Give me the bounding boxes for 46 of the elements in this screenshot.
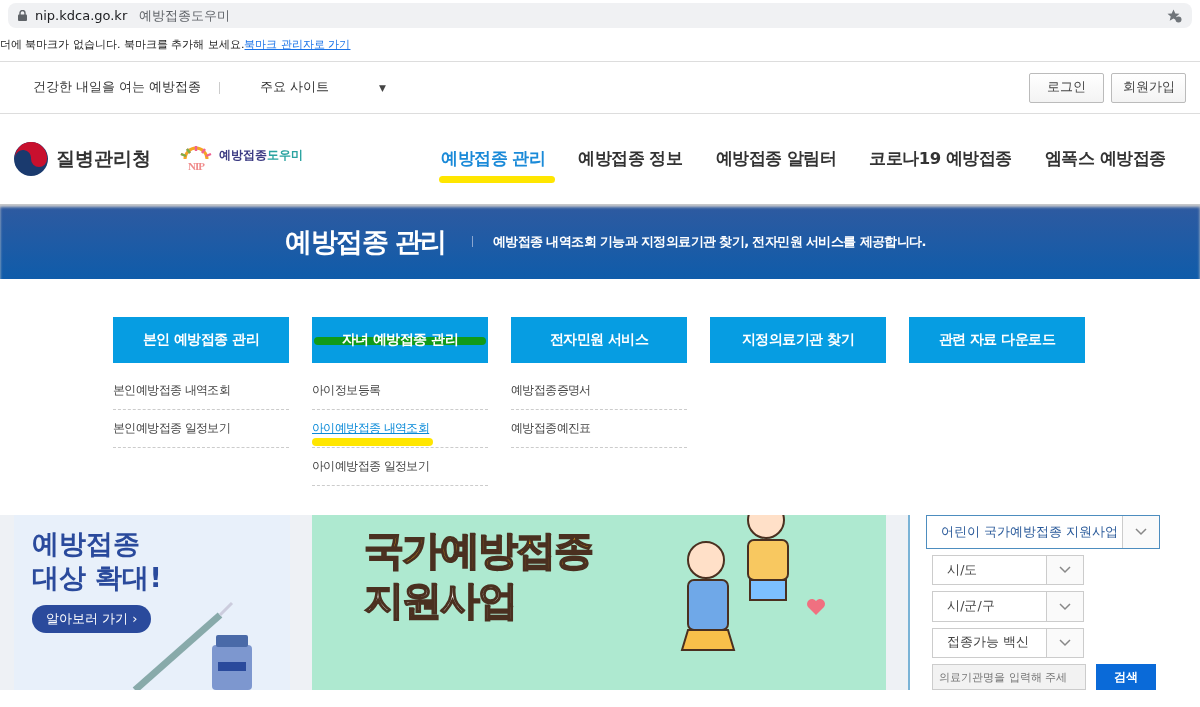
nav-link[interactable]: 예방접종 알림터 bbox=[715, 144, 837, 174]
filter-select[interactable]: 시/군/구 bbox=[932, 591, 1085, 622]
nav-link[interactable]: 엠폭스 예방접종 bbox=[1044, 144, 1166, 174]
menu-link[interactable]: 본인예방접종 내역조회 bbox=[113, 382, 231, 399]
lock-icon bbox=[18, 10, 27, 21]
bookmark-manager-link[interactable]: 북마크 관리자로 가기 bbox=[244, 38, 351, 51]
dropdown-caret[interactable]: ▼ bbox=[378, 82, 386, 93]
bookmark-message: 더에 북마크가 없습니다. 북마크를 추가해 보세요.북마크 관리자로 가기 bbox=[0, 37, 351, 52]
filter-select[interactable]: 시/도 bbox=[932, 555, 1085, 586]
section-description: 예방접종 내역조회 기능과 지정의료기관 찾기, 전자민원 서비스를 제공합니다. bbox=[492, 232, 926, 251]
chevron-down-icon bbox=[1059, 602, 1072, 611]
search-button[interactable]: 검색 bbox=[1096, 664, 1157, 690]
auth-button[interactable]: 회원가입 bbox=[1111, 72, 1186, 103]
menu-link[interactable]: 본인예방접종 일정보기 bbox=[113, 420, 231, 437]
url-text: nip.kdca.go.kr bbox=[35, 8, 128, 23]
clinic-search-field[interactable]: 의료기관명을 입력해 주세 bbox=[932, 664, 1087, 690]
promo-headline: 국가예방접종 bbox=[363, 526, 593, 575]
menu-link[interactable]: 아이예방접종 일정보기 bbox=[312, 458, 430, 475]
nav-link[interactable]: 예방접종 정보 bbox=[578, 144, 683, 174]
taegeuk-logo-icon bbox=[14, 142, 48, 176]
menu-link[interactable]: 예방접종증명서 bbox=[511, 382, 591, 399]
nav-link[interactable]: 코로나19 예방접종 bbox=[869, 144, 1012, 174]
tagline: 건강한 내일을 여는 예방접종 bbox=[33, 79, 201, 96]
chevron-down-icon bbox=[1135, 528, 1148, 537]
nav-link[interactable]: 예방접종 관리 bbox=[441, 144, 546, 174]
nip-letters: NIP bbox=[188, 160, 204, 172]
promo-headline: 대상 확대! bbox=[32, 561, 163, 595]
filter-select[interactable]: 접종가능 백신 bbox=[932, 627, 1085, 658]
sun-rays-icon bbox=[179, 146, 213, 160]
promo-headline: 지원사업 bbox=[363, 576, 517, 625]
program-select[interactable]: 어린이 국가예방접종 지원사업 bbox=[926, 515, 1161, 550]
major-sites-dropdown[interactable]: 주요 사이트 bbox=[259, 79, 329, 96]
auth-button[interactable]: 로그인 bbox=[1029, 72, 1104, 103]
star-icon[interactable] bbox=[1167, 8, 1182, 23]
menu-link[interactable]: 아이정보등록 bbox=[312, 382, 381, 399]
promo-headline: 예방접종 bbox=[32, 527, 141, 561]
chevron-down-icon bbox=[1059, 566, 1072, 575]
learn-more-button[interactable]: 알아보러 가기 › bbox=[32, 605, 152, 633]
nip-service-name: 예방접종도우미 bbox=[219, 147, 303, 164]
menu-link[interactable]: 아이예방접종 내역조회 bbox=[312, 420, 430, 437]
page-title: 예방접종도우미 bbox=[139, 6, 231, 25]
agency-name: 질병관리청 bbox=[56, 146, 151, 171]
address-bar[interactable]: nip.kdca.go.kr 예방접종도우미 bbox=[8, 3, 1192, 28]
menu-link[interactable]: 예방접종예진표 bbox=[511, 420, 591, 437]
chevron-down-icon bbox=[1059, 638, 1072, 647]
section-title: 예방접종 관리 bbox=[285, 224, 446, 259]
